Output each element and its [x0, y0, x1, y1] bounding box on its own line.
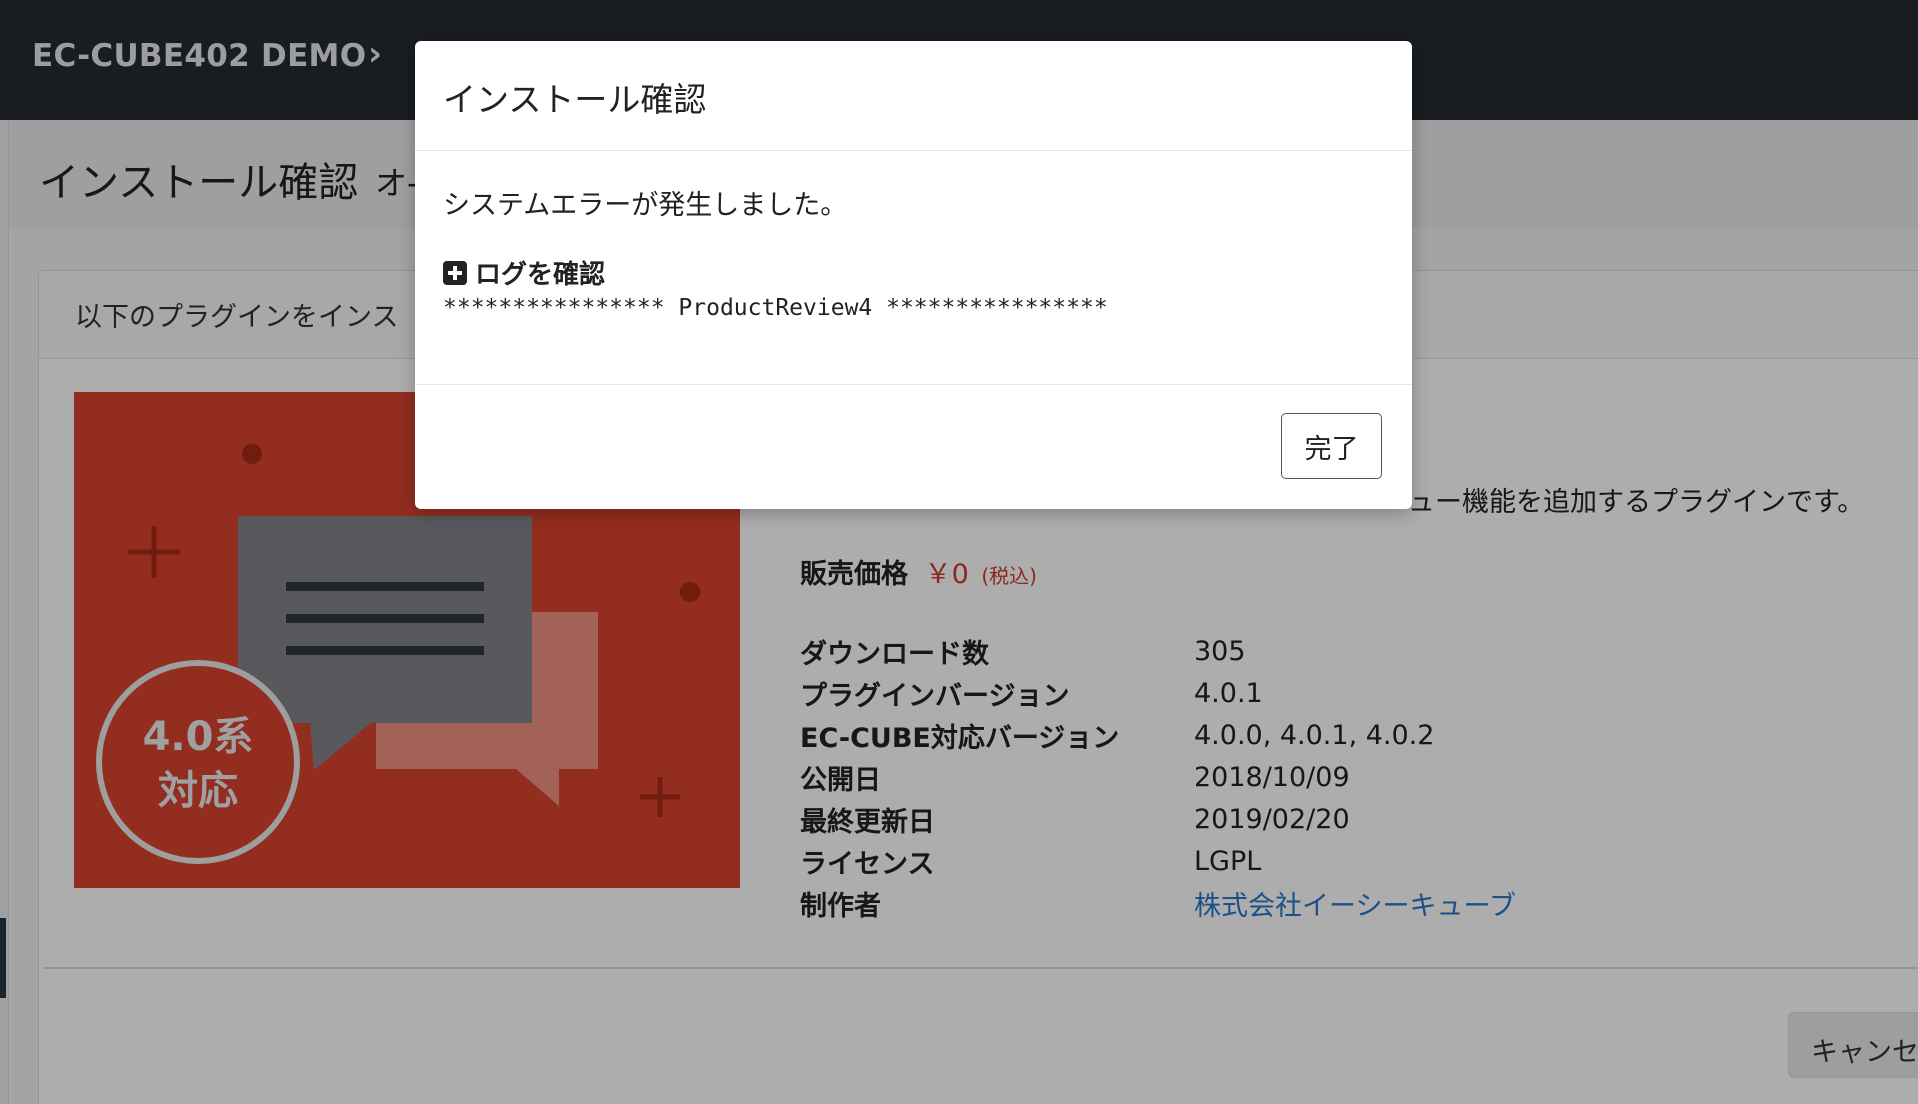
log-toggle-label: ログを確認	[475, 260, 606, 290]
modal-title: インストール確認	[443, 80, 707, 119]
modal-header: インストール確認	[415, 41, 1412, 151]
error-message: システムエラーが発生しました。	[443, 190, 848, 221]
install-confirm-modal: インストール確認 システムエラーが発生しました。 ログを確認 *********…	[415, 41, 1412, 509]
done-button[interactable]: 完了	[1281, 413, 1382, 479]
log-toggle[interactable]: ログを確認	[443, 254, 605, 291]
log-output: **************** ProductReview4 ********…	[443, 295, 1108, 321]
plus-square-icon	[443, 260, 467, 285]
modal-footer	[415, 384, 1412, 509]
